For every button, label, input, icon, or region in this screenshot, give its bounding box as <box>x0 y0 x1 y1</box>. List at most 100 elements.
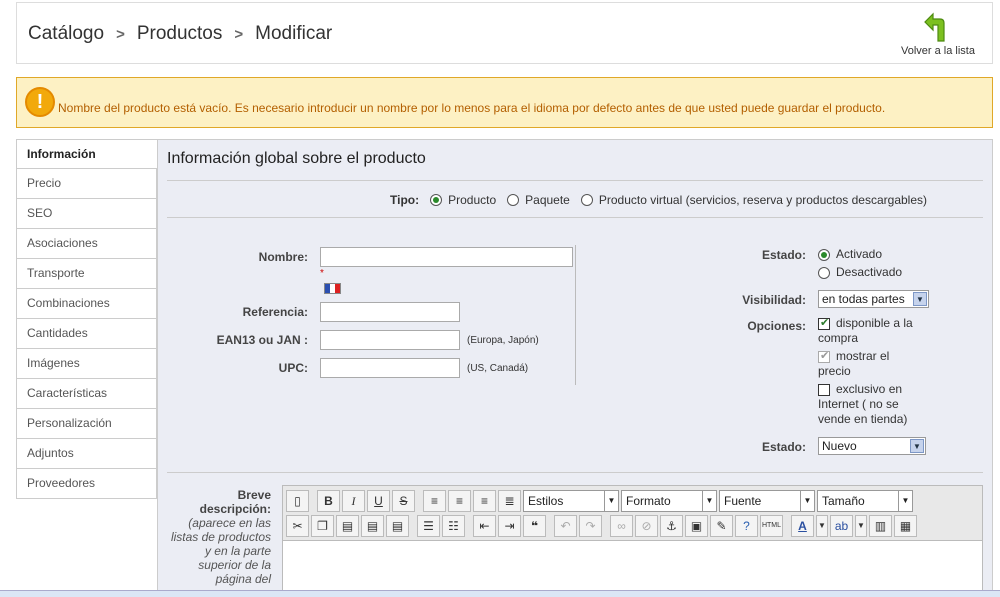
align-right-icon[interactable]: ≡ <box>473 490 496 512</box>
outdent-icon[interactable]: ⇤ <box>473 515 496 537</box>
highlight-color-icon[interactable]: ab <box>830 515 853 537</box>
paste-word-icon[interactable]: ▤ <box>386 515 409 537</box>
chevron-down-icon: ▼ <box>910 439 924 453</box>
tamano-select[interactable]: Tamaño ▼ <box>817 490 913 512</box>
sidebar-item-personalizacion[interactable]: Personalización <box>16 409 157 439</box>
referencia-label: Referencia: <box>242 305 308 319</box>
visibilidad-select[interactable]: en todas partes ▼ <box>818 290 929 308</box>
cut-icon[interactable]: ✂ <box>286 515 309 537</box>
media-icon[interactable]: ▥ <box>869 515 892 537</box>
bullet-list-icon[interactable]: ☰ <box>417 515 440 537</box>
sidebar-item-transporte[interactable]: Transporte <box>16 259 157 289</box>
template-icon[interactable]: ▦ <box>894 515 917 537</box>
sidebar-item-seo[interactable]: SEO <box>16 199 157 229</box>
chevron-down-icon: ▼ <box>702 491 716 511</box>
tipo-radio-producto[interactable] <box>430 194 443 206</box>
blockquote-icon[interactable]: ❝ <box>523 515 546 537</box>
estado-radio-activado[interactable] <box>818 248 830 261</box>
back-to-list-button[interactable]: Volver a la lista <box>901 11 975 57</box>
chevron-down-icon: ▼ <box>800 491 814 511</box>
align-center-icon[interactable]: ≡ <box>448 490 471 512</box>
tipo-radio-virtual[interactable] <box>580 194 593 206</box>
undo-icon[interactable]: ↶ <box>554 515 577 537</box>
estado-label: Estado: <box>761 248 806 262</box>
tipo-option-virtual[interactable]: Producto virtual (servicios, reserva y p… <box>599 193 927 207</box>
chevron-down-icon[interactable]: ▼ <box>816 515 828 537</box>
referencia-input[interactable] <box>320 302 460 322</box>
sidebar-item-informacion[interactable]: Información <box>16 139 158 169</box>
formato-select[interactable]: Formato ▼ <box>621 490 717 512</box>
html-icon[interactable]: HTML <box>760 515 783 537</box>
underline-icon[interactable]: U <box>367 490 390 512</box>
condicion-label: Estado: <box>761 440 806 454</box>
arrow-back-icon <box>924 12 945 42</box>
image-icon[interactable]: ▣ <box>685 515 708 537</box>
link-icon[interactable]: ∞ <box>610 515 633 537</box>
sidebar-item-precio[interactable]: Precio <box>16 169 157 199</box>
disponible-label-2: compra <box>818 331 859 345</box>
exclusivo-label-2: Internet ( no se <box>818 397 899 411</box>
cleanup-icon[interactable]: ✎ <box>710 515 733 537</box>
copy-icon[interactable]: ❐ <box>311 515 334 537</box>
align-justify-icon[interactable]: ≣ <box>498 490 521 512</box>
unlink-icon[interactable]: ⊘ <box>635 515 658 537</box>
upc-input[interactable] <box>320 358 460 378</box>
estado-radio-desactivado[interactable] <box>818 266 830 279</box>
breadcrumb-catalogo[interactable]: Catálogo <box>28 23 104 45</box>
breve-label-1: Breve <box>237 488 271 502</box>
paste-text-icon[interactable]: ▤ <box>361 515 384 537</box>
estado-desactivado-label: Desactivado <box>836 265 903 279</box>
indent-icon[interactable]: ⇥ <box>498 515 521 537</box>
anchor-icon[interactable]: ⚓ <box>660 515 683 537</box>
estilos-select[interactable]: Estilos ▼ <box>523 490 619 512</box>
nombre-label: Nombre: <box>258 250 308 264</box>
italic-icon[interactable]: I <box>342 490 365 512</box>
column-divider <box>575 245 576 385</box>
sidebar-item-proveedores[interactable]: Proveedores <box>16 469 157 499</box>
breadcrumb-productos[interactable]: Productos <box>137 23 223 45</box>
tipo-option-producto[interactable]: Producto <box>448 193 496 207</box>
paste-icon[interactable]: ▤ <box>336 515 359 537</box>
new-document-icon[interactable]: ▯ <box>286 490 309 512</box>
sidebar-item-adjuntos[interactable]: Adjuntos <box>16 439 157 469</box>
numbered-list-icon[interactable]: ☷ <box>442 515 465 537</box>
estilos-label: Estilos <box>528 494 564 508</box>
fuente-select[interactable]: Fuente ▼ <box>719 490 815 512</box>
nombre-input[interactable] <box>320 247 573 267</box>
exclusivo-checkbox[interactable] <box>818 383 830 396</box>
breve-hint-1: (aparece en las <box>188 516 271 530</box>
bold-icon[interactable]: B <box>317 490 340 512</box>
horizontal-scrollbar[interactable] <box>0 590 1000 597</box>
ean13-hint: (Europa, Japón) <box>467 335 539 346</box>
divider <box>167 180 983 181</box>
tipo-option-paquete[interactable]: Paquete <box>525 193 570 207</box>
redo-icon[interactable]: ↷ <box>579 515 602 537</box>
short-description-editor[interactable]: ▯ B I U S ≡ ≡ ≡ ≣ Estilos ▼ Formato ▼ Fuen… <box>282 485 983 597</box>
tipo-radio-paquete[interactable] <box>507 194 520 206</box>
divider <box>167 217 983 218</box>
opciones-label: Opciones: <box>747 319 806 333</box>
flag-fr-icon[interactable] <box>324 283 341 294</box>
text-color-icon[interactable]: A <box>791 515 814 537</box>
strikethrough-icon[interactable]: S <box>392 490 415 512</box>
tamano-label: Tamaño <box>822 494 865 508</box>
sidebar-item-asociaciones[interactable]: Asociaciones <box>16 229 157 259</box>
sidebar-item-imagenes[interactable]: Imágenes <box>16 349 157 379</box>
ean13-input[interactable] <box>320 330 460 350</box>
opcion-exclusivo[interactable]: exclusivo en Internet ( no se vende en t… <box>818 382 907 427</box>
upc-label: UPC: <box>278 361 308 375</box>
condicion-select[interactable]: Nuevo ▼ <box>818 437 926 455</box>
sidebar-item-cantidades[interactable]: Cantidades <box>16 319 157 349</box>
disponible-label: disponible a la <box>836 316 913 330</box>
sidebar-item-combinaciones[interactable]: Combinaciones <box>16 289 157 319</box>
opcion-disponible[interactable]: disponible a la compra <box>818 316 913 346</box>
mostrar-precio-checkbox[interactable] <box>818 349 830 364</box>
sidebar-item-caracteristicas[interactable]: Características <box>16 379 157 409</box>
estado-desactivado-option[interactable]: Desactivado <box>818 265 902 279</box>
chevron-down-icon[interactable]: ▼ <box>855 515 867 537</box>
disponible-checkbox[interactable] <box>818 316 830 331</box>
help-icon[interactable]: ? <box>735 515 758 537</box>
align-left-icon[interactable]: ≡ <box>423 490 446 512</box>
estado-activado-option[interactable]: Activado <box>818 247 882 261</box>
opcion-mostrar-precio[interactable]: mostrar el precio <box>818 349 889 379</box>
